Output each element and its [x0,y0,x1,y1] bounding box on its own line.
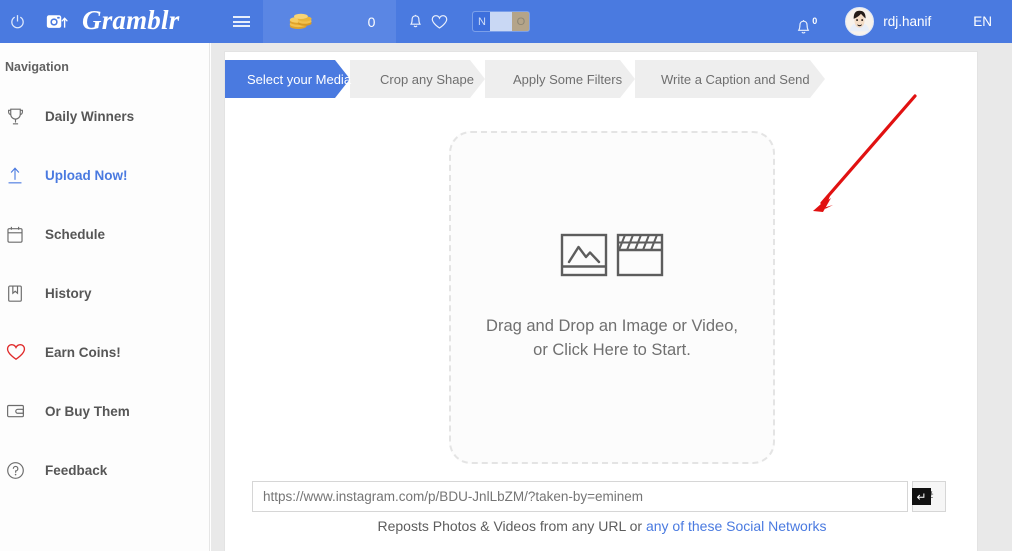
dropzone-line-1: Drag and Drop an Image or Video, [486,317,738,336]
dropzone-line-2: or Click Here to Start. [533,340,691,359]
sidebar-item-label: Feedback [45,462,108,478]
step-label: Select your Media [247,71,352,87]
notifications-button[interactable]: 0 [796,8,817,36]
media-dropzone[interactable]: Drag and Drop an Image or Video, or Clic… [449,131,775,464]
step-crop-any-shape[interactable]: Crop any Shape [350,60,485,98]
step-apply-some-filters[interactable]: Apply Some Filters [485,60,635,98]
sidebar-item-or-buy-them[interactable]: Or Buy Them [0,394,209,428]
sidebar-item-feedback[interactable]: Feedback [0,453,209,487]
step-write-caption-and-send[interactable]: Write a Caption and Send [635,60,825,98]
sidebar-item-label: Earn Coins! [45,344,121,360]
user-menu[interactable]: rdj.hanif [845,7,931,36]
sidebar-item-label: Upload Now! [45,167,128,183]
sidebar-item-label: History [45,285,92,301]
upload-arrow-icon [6,166,36,185]
calendar-icon [6,225,36,244]
step-breadcrumb: Select your Media Crop any Shape Apply S… [225,60,977,98]
repost-note-text: Reposts Photos & Videos from any URL or [377,518,646,534]
question-circle-icon [6,461,36,480]
power-icon[interactable] [0,0,34,43]
main-panel: Select your Media Crop any Shape Apply S… [224,51,978,551]
heart-outline-icon [6,343,36,361]
sidebar-item-schedule[interactable]: Schedule [0,217,209,251]
heart-icon[interactable] [431,14,448,30]
picture-icon [560,233,608,282]
coin-count: 0 [367,13,376,30]
sidebar-item-upload-now[interactable]: Upload Now! [0,158,209,192]
coins-icon [287,9,313,34]
top-bar: Gramblr 0 N O 0 rdj.hanif EN [0,0,1012,43]
step-label: Crop any Shape [380,71,474,87]
language-selector[interactable]: EN [973,14,992,29]
wallet-icon [6,402,36,420]
clapperboard-icon [616,233,664,282]
notification-badge-count: 0 [812,15,818,26]
enter-key-icon[interactable]: ↵ [912,488,931,505]
bookmark-icon [6,284,36,303]
username-label: rdj.hanif [883,14,932,29]
toggle-right-label: O [512,12,530,31]
sidebar-item-label: Daily Winners [45,108,135,124]
mode-toggle-switch[interactable]: N O [472,11,531,32]
toggle-left-label: N [473,12,491,31]
hamburger-menu-icon[interactable] [219,0,263,43]
url-input[interactable] [252,481,908,512]
step-label: Write a Caption and Send [661,71,810,87]
social-networks-link[interactable]: any of these Social Networks [646,518,827,534]
notification-bell-small-icon[interactable] [409,14,422,30]
toggle-track [490,12,513,31]
trophy-icon [6,107,36,126]
app-brand-title: Gramblr [82,5,180,35]
sidebar-item-earn-coins[interactable]: Earn Coins! [0,335,209,369]
instagram-upload-icon[interactable] [34,0,80,43]
step-label: Apply Some Filters [513,71,623,87]
avatar [845,7,875,36]
sidebar-item-label: Or Buy Them [45,403,130,419]
url-input-row: # [252,481,946,512]
sidebar-title: Navigation [5,60,69,74]
sidebar-item-daily-winners[interactable]: Daily Winners [0,99,209,133]
coin-balance-section[interactable]: 0 [263,0,397,43]
step-select-your-media[interactable]: Select your Media [225,60,352,98]
sidebar-item-label: Schedule [45,226,106,242]
sidebar-item-history[interactable]: History [0,276,209,310]
repost-note: Reposts Photos & Videos from any URL or … [225,518,977,534]
sidebar: Navigation Daily Winners Upload Now! Sch… [0,43,210,551]
